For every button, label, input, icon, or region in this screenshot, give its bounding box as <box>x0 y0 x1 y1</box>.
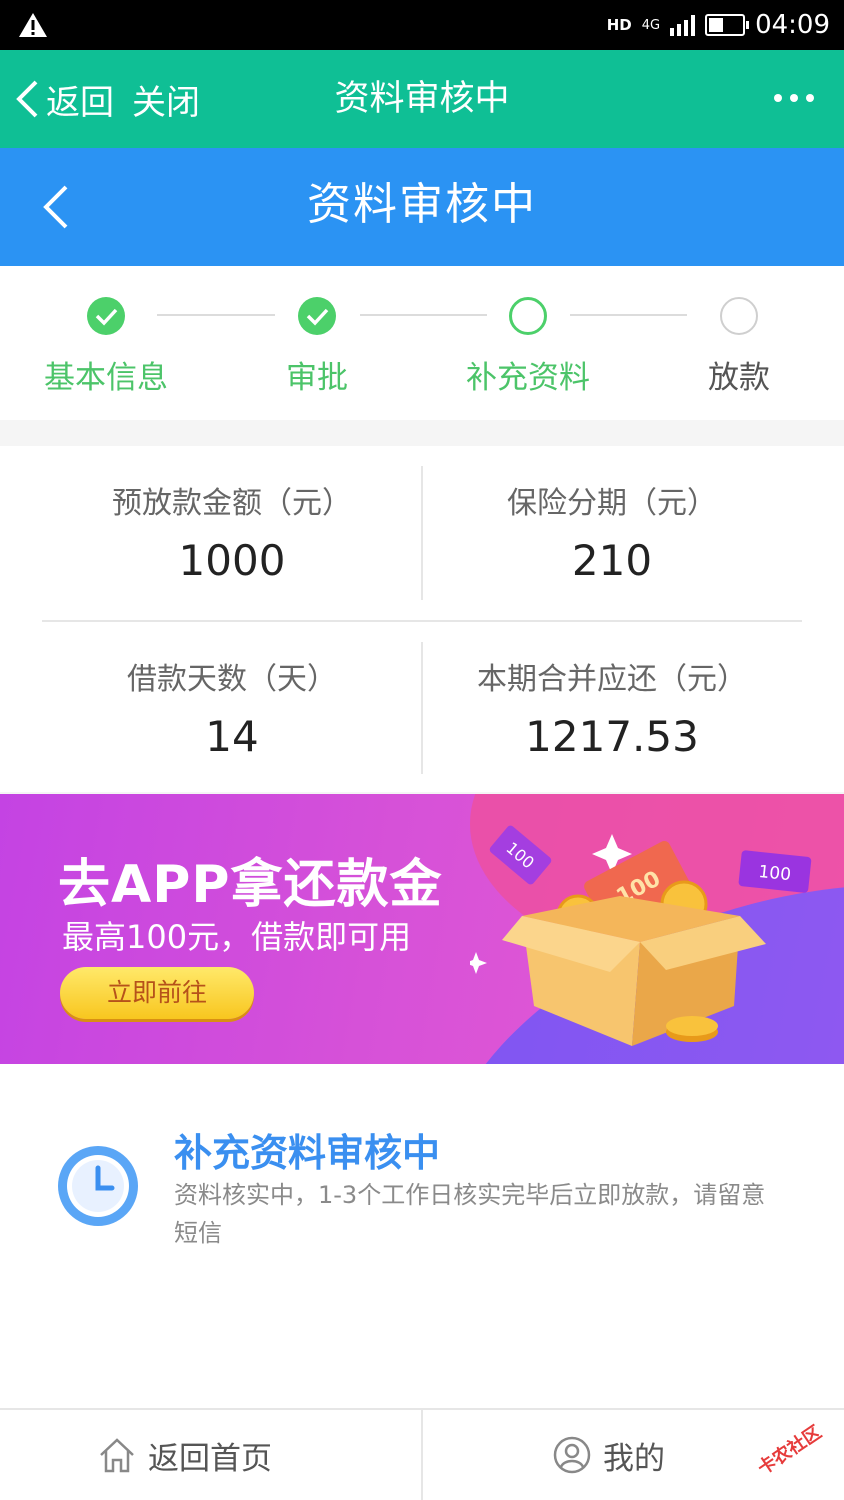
stat-label: 预放款金额（元） <box>112 486 352 521</box>
signal-icon <box>670 14 696 36</box>
review-description: 资料核实中，1-3个工作日核实完毕后立即放款，请留意短信 <box>174 1181 766 1247</box>
step-label: 补充资料 <box>466 360 590 396</box>
divider <box>42 620 802 622</box>
stat-label: 借款天数（天） <box>127 662 337 697</box>
step-label: 放款 <box>708 360 770 396</box>
step-label: 基本信息 <box>44 360 168 396</box>
page-header: 资料审核中 <box>0 148 844 266</box>
check-icon <box>87 297 125 335</box>
progress-steps: 基本信息 审批 补充资料 放款 <box>0 266 844 420</box>
coupon-text: 100 <box>758 862 792 885</box>
loan-days: 借款天数（天） 14 <box>42 654 422 761</box>
warning-icon <box>19 13 47 37</box>
status-bar: HD 4G 04:09 <box>0 0 844 50</box>
gift-box-illustration: 100 100 100 <box>470 825 812 1046</box>
page-title: 资料审核中 <box>307 179 537 230</box>
hd-indicator: HD <box>606 15 632 34</box>
pre-disburse-amount: 预放款金额（元） 1000 <box>42 478 422 585</box>
check-icon <box>298 297 336 335</box>
home-icon <box>100 1438 134 1473</box>
total-due: 本期合并应还（元） 1217.53 <box>422 654 802 761</box>
battery-icon <box>705 14 750 36</box>
more-menu-icon[interactable] <box>774 94 814 102</box>
tab-home[interactable]: 返回首页 <box>98 1410 272 1500</box>
review-notice: 补充资料审核中 资料核实中，1-3个工作日核实完毕后立即放款，请留意短信 <box>0 1064 844 1408</box>
stat-value: 14 <box>205 712 259 761</box>
current-step-circle <box>509 297 547 335</box>
app-header: 返回 关闭 资料审核中 <box>0 50 844 148</box>
step-basic-info: 基本信息 <box>6 266 206 420</box>
clock: 04:09 <box>755 10 830 40</box>
step-approval: 审批 <box>217 266 417 420</box>
banner-headline: 去APP拿还款金 <box>58 855 443 915</box>
review-title: 补充资料审核中 <box>174 1131 441 1175</box>
stat-value: 210 <box>571 536 653 585</box>
divider <box>421 1410 423 1500</box>
tab-mine-label: 我的 <box>603 1440 665 1477</box>
promo-banner[interactable]: 100 100 100 去APP拿还款金 最高100元，借款即可用 立即前往 <box>0 794 844 1064</box>
stat-value: 1000 <box>178 536 286 585</box>
stat-label: 保险分期（元） <box>507 486 717 521</box>
step-label: 审批 <box>286 360 348 396</box>
insurance-installment: 保险分期（元） 210 <box>422 478 802 585</box>
banner-subtitle: 最高100元，借款即可用 <box>62 918 412 956</box>
tab-home-label: 返回首页 <box>148 1440 272 1477</box>
go-now-button[interactable]: 立即前往 <box>60 967 254 1019</box>
step-supplement: 补充资料 <box>428 266 628 420</box>
pending-step-circle <box>720 297 758 335</box>
network-type: 4G <box>641 17 661 33</box>
user-icon <box>553 1436 591 1474</box>
stat-label: 本期合并应还（元） <box>477 662 747 697</box>
app-header-title: 资料审核中 <box>334 79 510 119</box>
clock-icon <box>58 1146 138 1226</box>
step-disbursement: 放款 <box>639 266 839 420</box>
bottom-tab-bar: 返回首页 我的 <box>0 1408 844 1500</box>
stat-value: 1217.53 <box>525 712 699 761</box>
loan-summary: 预放款金额（元） 1000 保险分期（元） 210 借款天数（天） 14 本期合… <box>0 446 844 792</box>
tab-mine[interactable]: 我的 <box>553 1410 665 1500</box>
